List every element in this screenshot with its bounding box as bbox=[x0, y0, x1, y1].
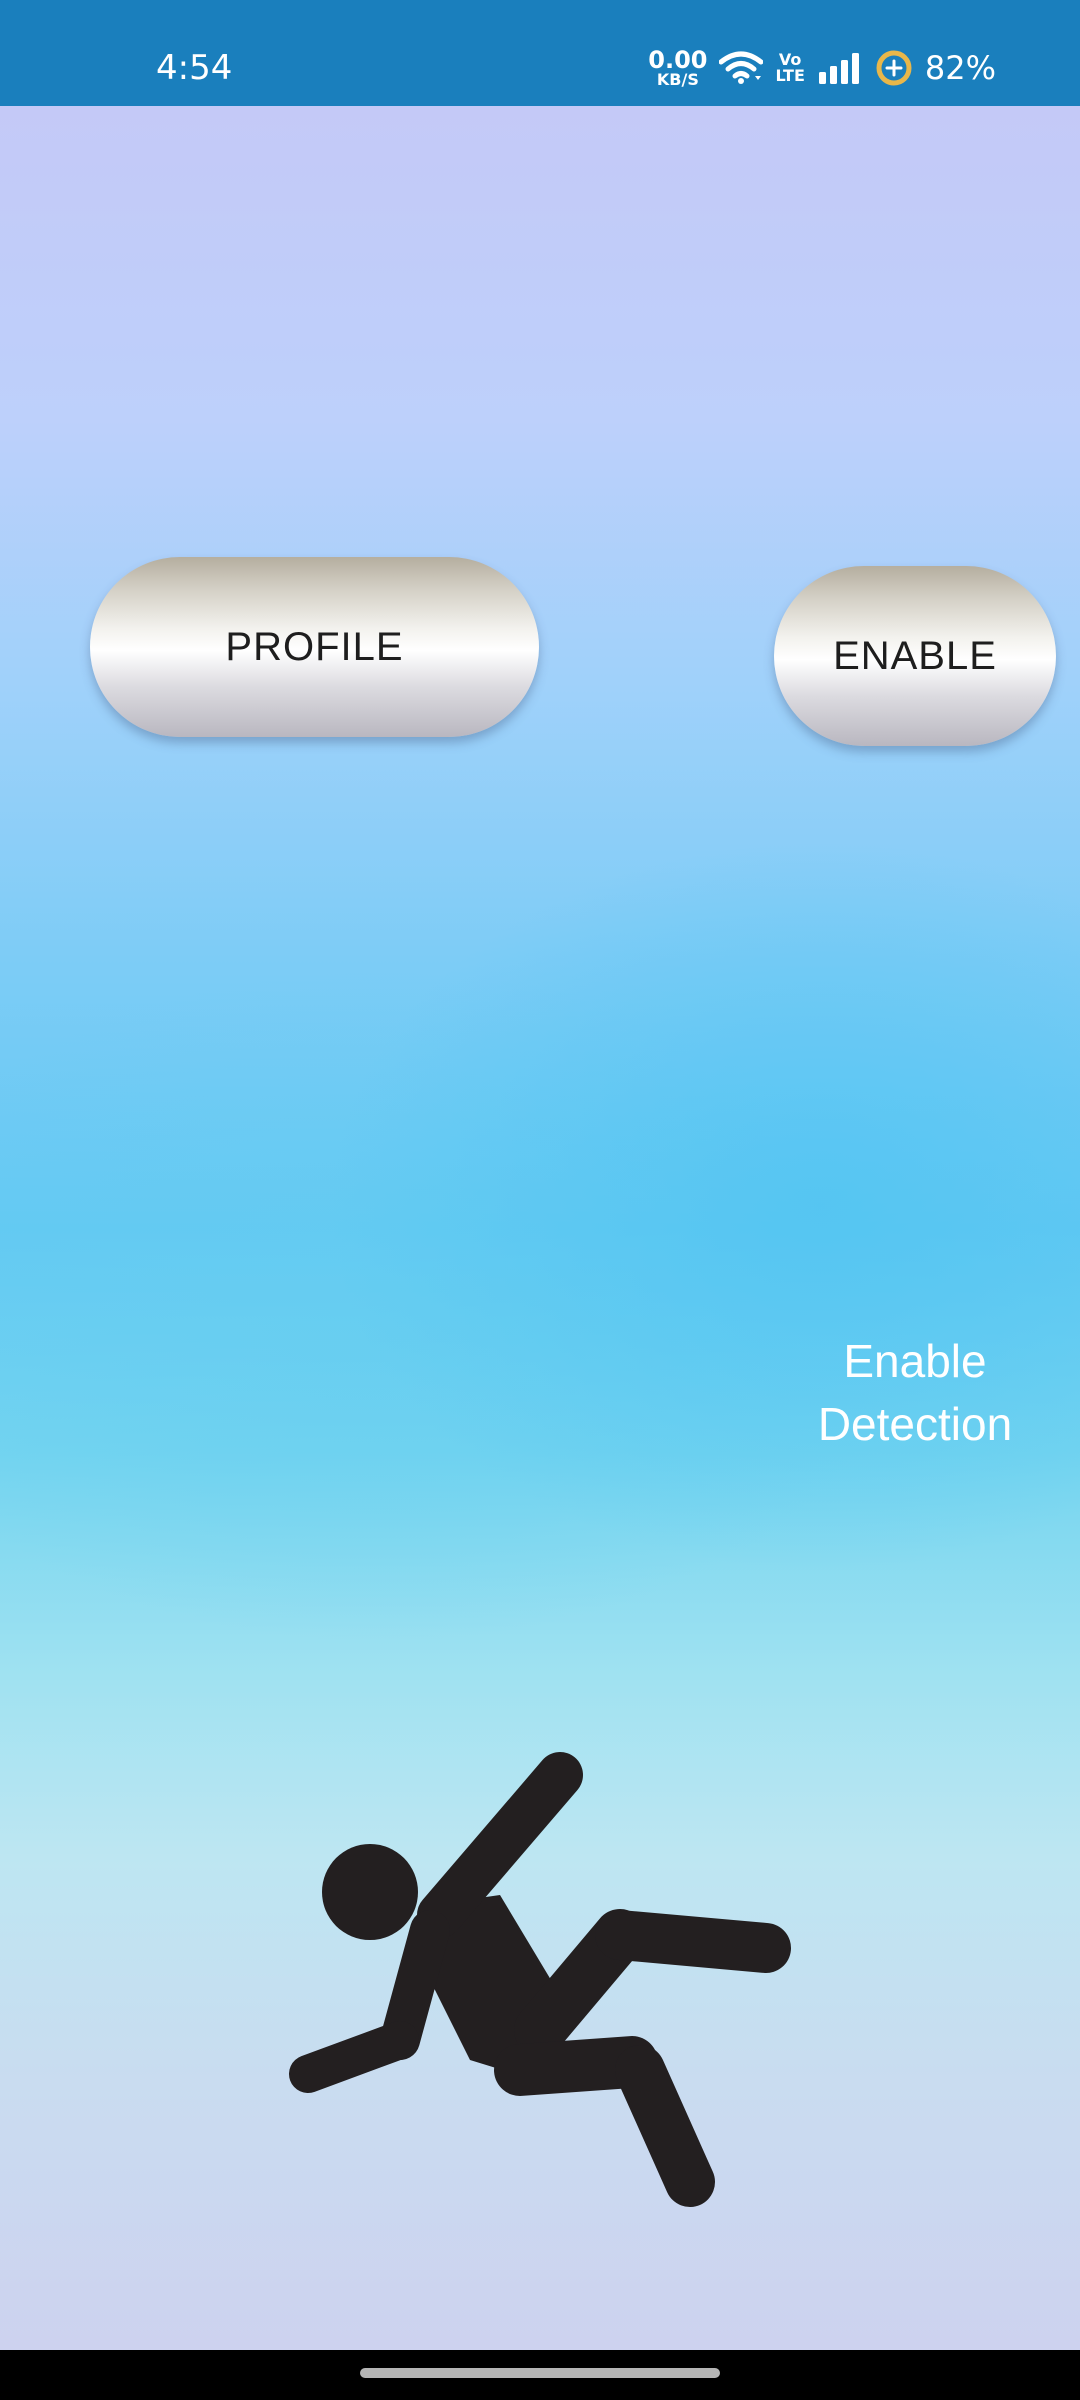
wifi-icon bbox=[719, 51, 764, 84]
app-screen: 4:54 0.00 KB/S Vo LTE 82% PROFILE ENABLE… bbox=[0, 0, 1080, 2400]
signal-icon bbox=[818, 53, 859, 84]
network-speed-value: 0.00 bbox=[648, 46, 708, 74]
falling-person-icon bbox=[289, 1752, 791, 2207]
profile-button[interactable]: PROFILE bbox=[90, 557, 539, 737]
network-speed: 0.00 KB/S bbox=[648, 48, 707, 88]
battery-percentage: 82% bbox=[924, 49, 996, 87]
enable-button[interactable]: ENABLE bbox=[774, 566, 1056, 746]
home-indicator[interactable] bbox=[360, 2368, 720, 2378]
enable-detection-label: Enable Detection bbox=[760, 1330, 1070, 1456]
enable-detection-line1: Enable bbox=[843, 1335, 987, 1387]
status-bar: 4:54 0.00 KB/S Vo LTE 82% bbox=[0, 0, 1080, 106]
battery-saver-icon bbox=[876, 50, 912, 86]
volte-bottom-label: LTE bbox=[775, 66, 805, 85]
network-speed-unit: KB/S bbox=[656, 70, 699, 89]
status-indicators: 0.00 KB/S Vo LTE 82% bbox=[648, 44, 996, 92]
status-time: 4:54 bbox=[156, 48, 233, 88]
enable-detection-line2: Detection bbox=[817, 1398, 1013, 1450]
volte-indicator: Vo LTE bbox=[775, 52, 804, 84]
